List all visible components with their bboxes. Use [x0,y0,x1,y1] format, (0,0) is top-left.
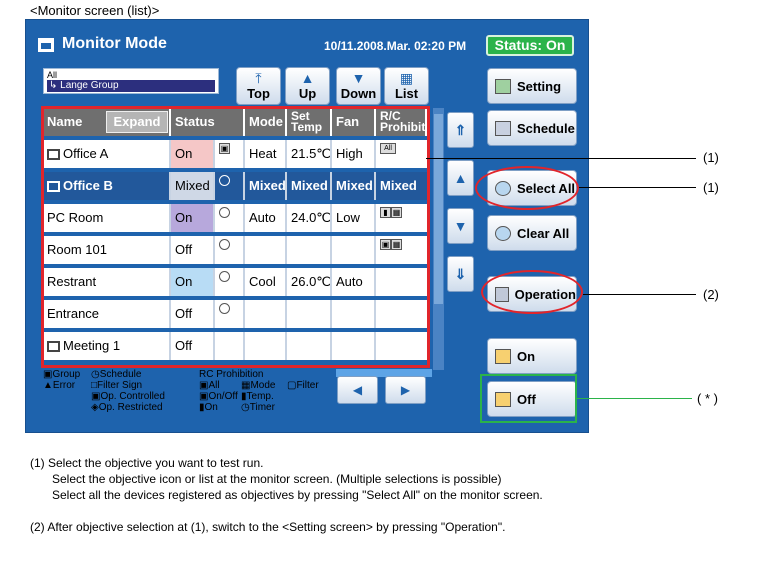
monitor-icon [38,38,54,52]
callout-line [426,158,696,159]
monitor-panel: Monitor Mode 10/11.2008.Mar. 02:20 PM St… [25,19,589,433]
up-button[interactable]: ▲ Up [285,67,330,105]
group-selector[interactable]: All ↳ Lange Group [43,68,219,94]
title-bar: Monitor Mode 10/11.2008.Mar. 02:20 PM St… [26,34,590,58]
status-badge: Status: On [486,35,574,56]
callout-label: (2) [703,287,719,302]
callout-label: (1) [703,150,719,165]
scroll-bottom-button[interactable]: ⇓ [447,256,474,292]
left-arrow-icon: ◀ [352,383,363,397]
callout-line [579,187,696,188]
off-highlight [480,374,577,423]
select-all-highlight [475,166,579,210]
group-selected-item[interactable]: ↳ Lange Group [47,80,215,92]
operation-highlight [481,270,583,314]
page-right-button[interactable]: ▶ [385,376,426,404]
scroll-up-button[interactable]: ▲ [447,160,474,196]
arrow-top-icon: ⤒ [255,70,262,86]
screen-caption: <Monitor screen (list)> [30,3,160,18]
group-all-item[interactable]: All [47,70,57,80]
on-button[interactable]: On [487,338,577,374]
right-arrow-icon: ▶ [400,383,411,397]
page-title: Monitor Mode [62,35,167,52]
page-left-button[interactable]: ◀ [337,376,378,404]
schedule-button[interactable]: Schedule [487,110,577,146]
scroll-top-button[interactable]: ⇑ [447,112,474,148]
on-icon [495,348,511,364]
top-button[interactable]: ⤒ Top [236,67,281,105]
setting-icon [495,78,511,94]
scroll-down-button[interactable]: ▼ [447,208,474,244]
double-up-icon: ⇑ [454,122,467,138]
setting-button[interactable]: Setting [487,68,577,104]
grid-icon: ▦ [399,70,414,86]
down-button[interactable]: ▼ Down [336,67,381,105]
scrollbar-thumb[interactable] [434,114,443,304]
down-icon: ▼ [453,218,468,234]
icon-legend: ▣ Group ▲ Error ◷ Schedule □ Filter Sign ▣… [43,369,319,413]
selection-highlight [41,106,430,368]
arrow-down-icon: ▼ [351,70,366,86]
callout-label: (1) [703,180,719,195]
double-down-icon: ⇓ [454,266,467,282]
callout-label: ( * ) [697,391,718,406]
list-button[interactable]: ▦ List [384,67,429,105]
datetime-display: 10/11.2008.Mar. 02:20 PM [324,39,467,53]
clear-all-button[interactable]: Clear All [487,215,577,251]
schedule-icon [495,120,511,136]
up-icon: ▲ [453,170,468,186]
callout-line [577,398,692,399]
instructions: (1) Select the objective you want to tes… [30,456,543,534]
clear-all-icon [495,225,511,241]
callout-line [583,294,696,295]
arrow-up-icon: ▲ [300,70,315,86]
